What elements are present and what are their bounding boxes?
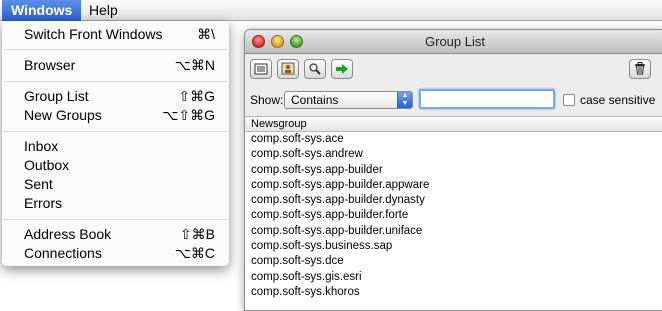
filter-row: Show: Contains ▲ ▼ case sensitive: [245, 86, 662, 114]
menu-item-shortcut: ⇧⌘B: [179, 226, 215, 242]
menu-item-label: Group List: [24, 88, 89, 104]
go-button[interactable]: [331, 59, 353, 79]
menu-item-switch-front-windows[interactable]: Switch Front Windows ⌘\: [2, 25, 229, 44]
list-button[interactable]: [250, 59, 272, 79]
find-button[interactable]: [304, 59, 326, 79]
list-item[interactable]: comp.soft-sys.ace: [245, 132, 662, 147]
minimize-button[interactable]: [271, 35, 284, 48]
trash-icon: [635, 62, 645, 75]
menu-item-label: Sent: [24, 176, 53, 192]
list-item[interactable]: comp.soft-sys.dce: [245, 254, 662, 269]
menu-item-shortcut: ⇧⌘G: [178, 88, 215, 104]
menu-item-sent[interactable]: Sent: [2, 175, 229, 194]
list-item[interactable]: comp.soft-sys.app-builder.appware: [245, 178, 662, 193]
menu-item-browser[interactable]: Browser ⌥⌘N: [2, 56, 229, 75]
menu-item-outbox[interactable]: Outbox: [2, 156, 229, 175]
search-input[interactable]: [419, 89, 555, 109]
group-list-window: Group List Show: Contains ▲ ▼ case sensi…: [244, 29, 662, 311]
window-title: Group List: [425, 34, 485, 49]
menu-separator: [3, 219, 228, 220]
menu-item-errors[interactable]: Errors: [2, 194, 229, 213]
menu-item-connections[interactable]: Connections ⌥⌘C: [2, 244, 229, 263]
window-titlebar[interactable]: Group List: [245, 30, 662, 54]
menu-item-label: Address Book: [24, 226, 112, 242]
properties-icon: [281, 62, 295, 75]
match-mode-select[interactable]: Contains ▲ ▼: [284, 91, 413, 109]
list-item[interactable]: comp.soft-sys.andrew: [245, 147, 662, 162]
updown-arrows-icon: ▲ ▼: [397, 92, 412, 108]
windows-menu-dropdown: Switch Front Windows ⌘\ Browser ⌥⌘N Grou…: [2, 21, 229, 266]
window-toolbar: [245, 55, 662, 86]
list-icon: [254, 63, 268, 75]
menu-item-shortcut: ⌥⌘C: [174, 245, 215, 261]
menu-separator: [3, 49, 228, 50]
match-mode-value: Contains: [291, 93, 339, 107]
menu-item-shortcut: ⌥⌘N: [174, 57, 215, 73]
newsgroup-list: comp.soft-sys.ace comp.soft-sys.andrew c…: [245, 132, 662, 310]
column-header-newsgroup[interactable]: Newsgroup: [245, 116, 662, 132]
show-label: Show:: [250, 93, 284, 107]
menu-help[interactable]: Help: [80, 0, 127, 21]
menu-item-new-groups[interactable]: New Groups ⌥⇧⌘G: [2, 106, 229, 125]
menu-item-label: Switch Front Windows: [24, 26, 163, 42]
menu-item-label: Errors: [24, 195, 63, 211]
menu-item-shortcut: ⌥⇧⌘G: [162, 107, 215, 123]
zoom-button[interactable]: [290, 35, 303, 48]
menu-item-label: Inbox: [24, 138, 59, 154]
case-sensitive-label: case sensitive: [580, 93, 656, 107]
menu-item-address-book[interactable]: Address Book ⇧⌘B: [2, 225, 229, 244]
delete-button[interactable]: [629, 59, 651, 79]
list-item[interactable]: comp.soft-sys.app-builder.forte: [245, 208, 662, 223]
menu-item-label: New Groups: [24, 107, 102, 123]
menu-item-inbox[interactable]: Inbox: [2, 137, 229, 156]
menu-separator: [3, 81, 228, 82]
menu-item-label: Connections: [24, 245, 102, 261]
menu-windows[interactable]: Windows: [2, 0, 82, 21]
go-arrow-icon: [336, 64, 348, 74]
menu-item-label: Outbox: [24, 157, 70, 173]
menu-bar: Windows Help: [0, 0, 662, 21]
menu-item-group-list[interactable]: Group List ⇧⌘G: [2, 87, 229, 106]
case-sensitive-checkbox[interactable]: [563, 94, 575, 106]
menu-item-shortcut: ⌘\: [197, 26, 215, 42]
list-item[interactable]: comp.soft-sys.app-builder.uniface: [245, 224, 662, 239]
list-item[interactable]: comp.soft-sys.gis.esri: [245, 270, 662, 285]
list-item[interactable]: comp.soft-sys.app-builder.dynasty: [245, 193, 662, 208]
list-item[interactable]: comp.soft-sys.app-builder: [245, 163, 662, 178]
list-item[interactable]: comp.soft-sys.business.sap: [245, 239, 662, 254]
menu-item-label: Browser: [24, 57, 76, 73]
menu-separator: [3, 131, 228, 132]
properties-button[interactable]: [277, 59, 299, 79]
close-button[interactable]: [252, 35, 265, 48]
list-item[interactable]: comp.soft-sys.khoros: [245, 285, 662, 300]
magnifier-icon: [309, 63, 321, 75]
